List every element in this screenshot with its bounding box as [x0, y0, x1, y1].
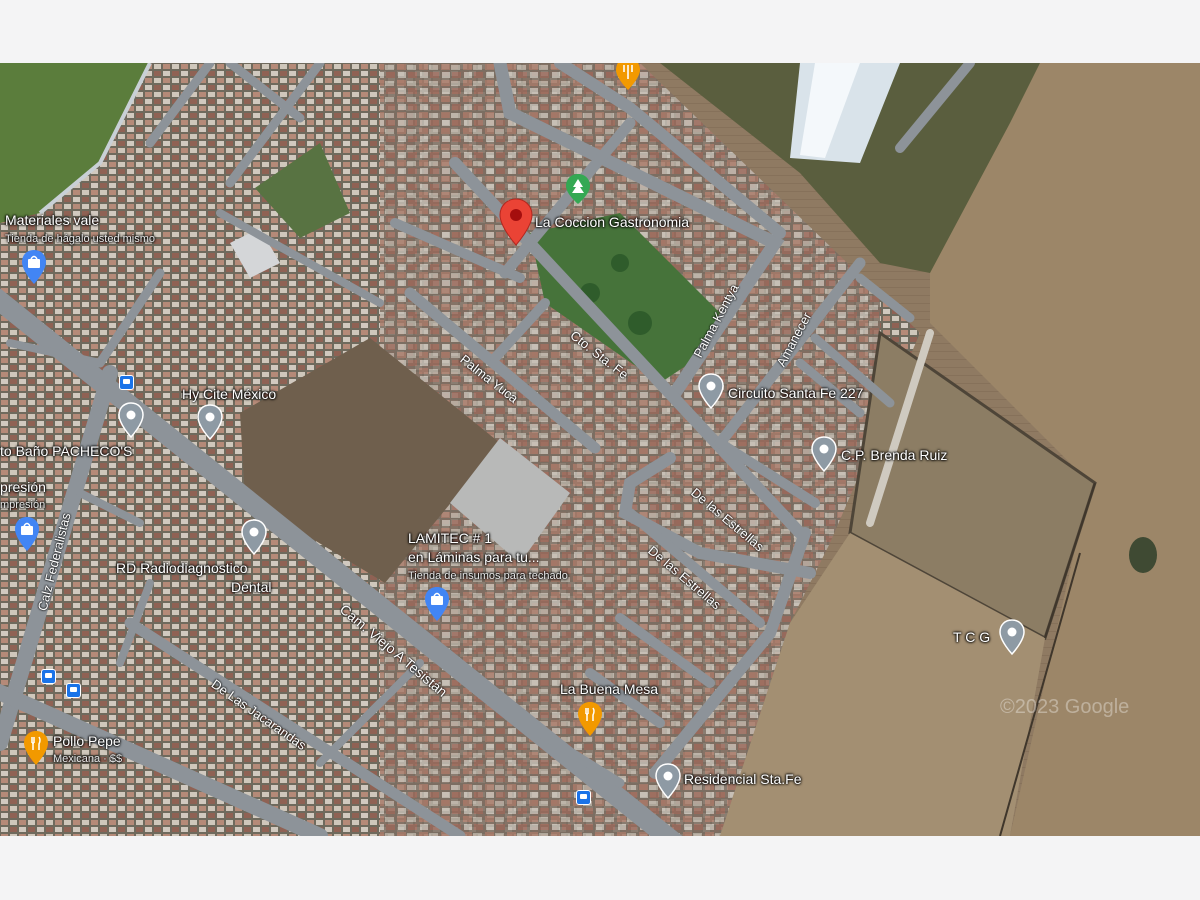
- shopping-bag-pin-icon[interactable]: [21, 249, 47, 285]
- place-label-pollo-pepe[interactable]: Pollo Pepe: [53, 733, 121, 749]
- restaurant-pin-icon[interactable]: [615, 63, 641, 91]
- restaurant-pin-icon[interactable]: [577, 701, 603, 737]
- place-label-tcg[interactable]: T C G: [953, 629, 990, 645]
- place-label-lamitec-line2[interactable]: en Láminas para tu...: [408, 549, 540, 565]
- place-label-buena-mesa[interactable]: La Buena Mesa: [560, 681, 658, 697]
- bus-stop-icon[interactable]: [576, 790, 591, 805]
- place-label-bano[interactable]: to Baño PACHECO'S: [0, 443, 132, 459]
- pin-icon[interactable]: [811, 436, 837, 472]
- bus-stop-icon[interactable]: [41, 669, 56, 684]
- selected-place-pin-icon[interactable]: [499, 198, 533, 246]
- selected-place-label[interactable]: La Coccion Gastronomia: [535, 214, 689, 230]
- map-view[interactable]: La Coccion Gastronomia Materiales vale T…: [0, 63, 1200, 836]
- place-label-lamitec[interactable]: LAMITEC # 1: [408, 530, 492, 546]
- place-label-hycite[interactable]: Hy Cite México: [182, 386, 276, 402]
- map-watermark: ©2023 Google: [1000, 696, 1130, 718]
- pin-icon[interactable]: [241, 519, 267, 555]
- place-label-rd-line2[interactable]: Dental: [231, 579, 271, 595]
- pin-icon[interactable]: [197, 404, 223, 440]
- pin-icon[interactable]: [698, 373, 724, 409]
- place-label-materiales[interactable]: Materiales vale: [5, 212, 99, 228]
- place-label-impresion[interactable]: presión: [0, 479, 46, 495]
- place-label-residencial[interactable]: Residencial Sta.Fe: [684, 771, 802, 787]
- pin-icon[interactable]: [118, 402, 144, 438]
- pin-icon[interactable]: [655, 763, 681, 799]
- place-label-brenda[interactable]: C.P. Brenda Ruiz: [841, 447, 947, 463]
- park-pin-icon[interactable]: [565, 173, 591, 205]
- place-sub-materiales: Tienda de hágalo usted mismo: [5, 233, 156, 245]
- shopping-bag-pin-icon[interactable]: [14, 516, 40, 552]
- bus-stop-icon[interactable]: [66, 683, 81, 698]
- place-sub-impresion: mpresión: [0, 499, 46, 511]
- bus-stop-icon[interactable]: [119, 375, 134, 390]
- pin-icon[interactable]: [999, 619, 1025, 655]
- place-sub-lamitec: Tienda de insumos para techado: [408, 570, 568, 582]
- place-label-rd[interactable]: RD Radiodiagnostico: [116, 560, 248, 576]
- shopping-bag-pin-icon[interactable]: [424, 586, 450, 622]
- restaurant-pin-icon[interactable]: [23, 730, 49, 766]
- place-label-circuito[interactable]: Circuito Santa Fe 227: [728, 385, 863, 401]
- place-sub-pollo-pepe: Mexicana · $$: [53, 753, 123, 765]
